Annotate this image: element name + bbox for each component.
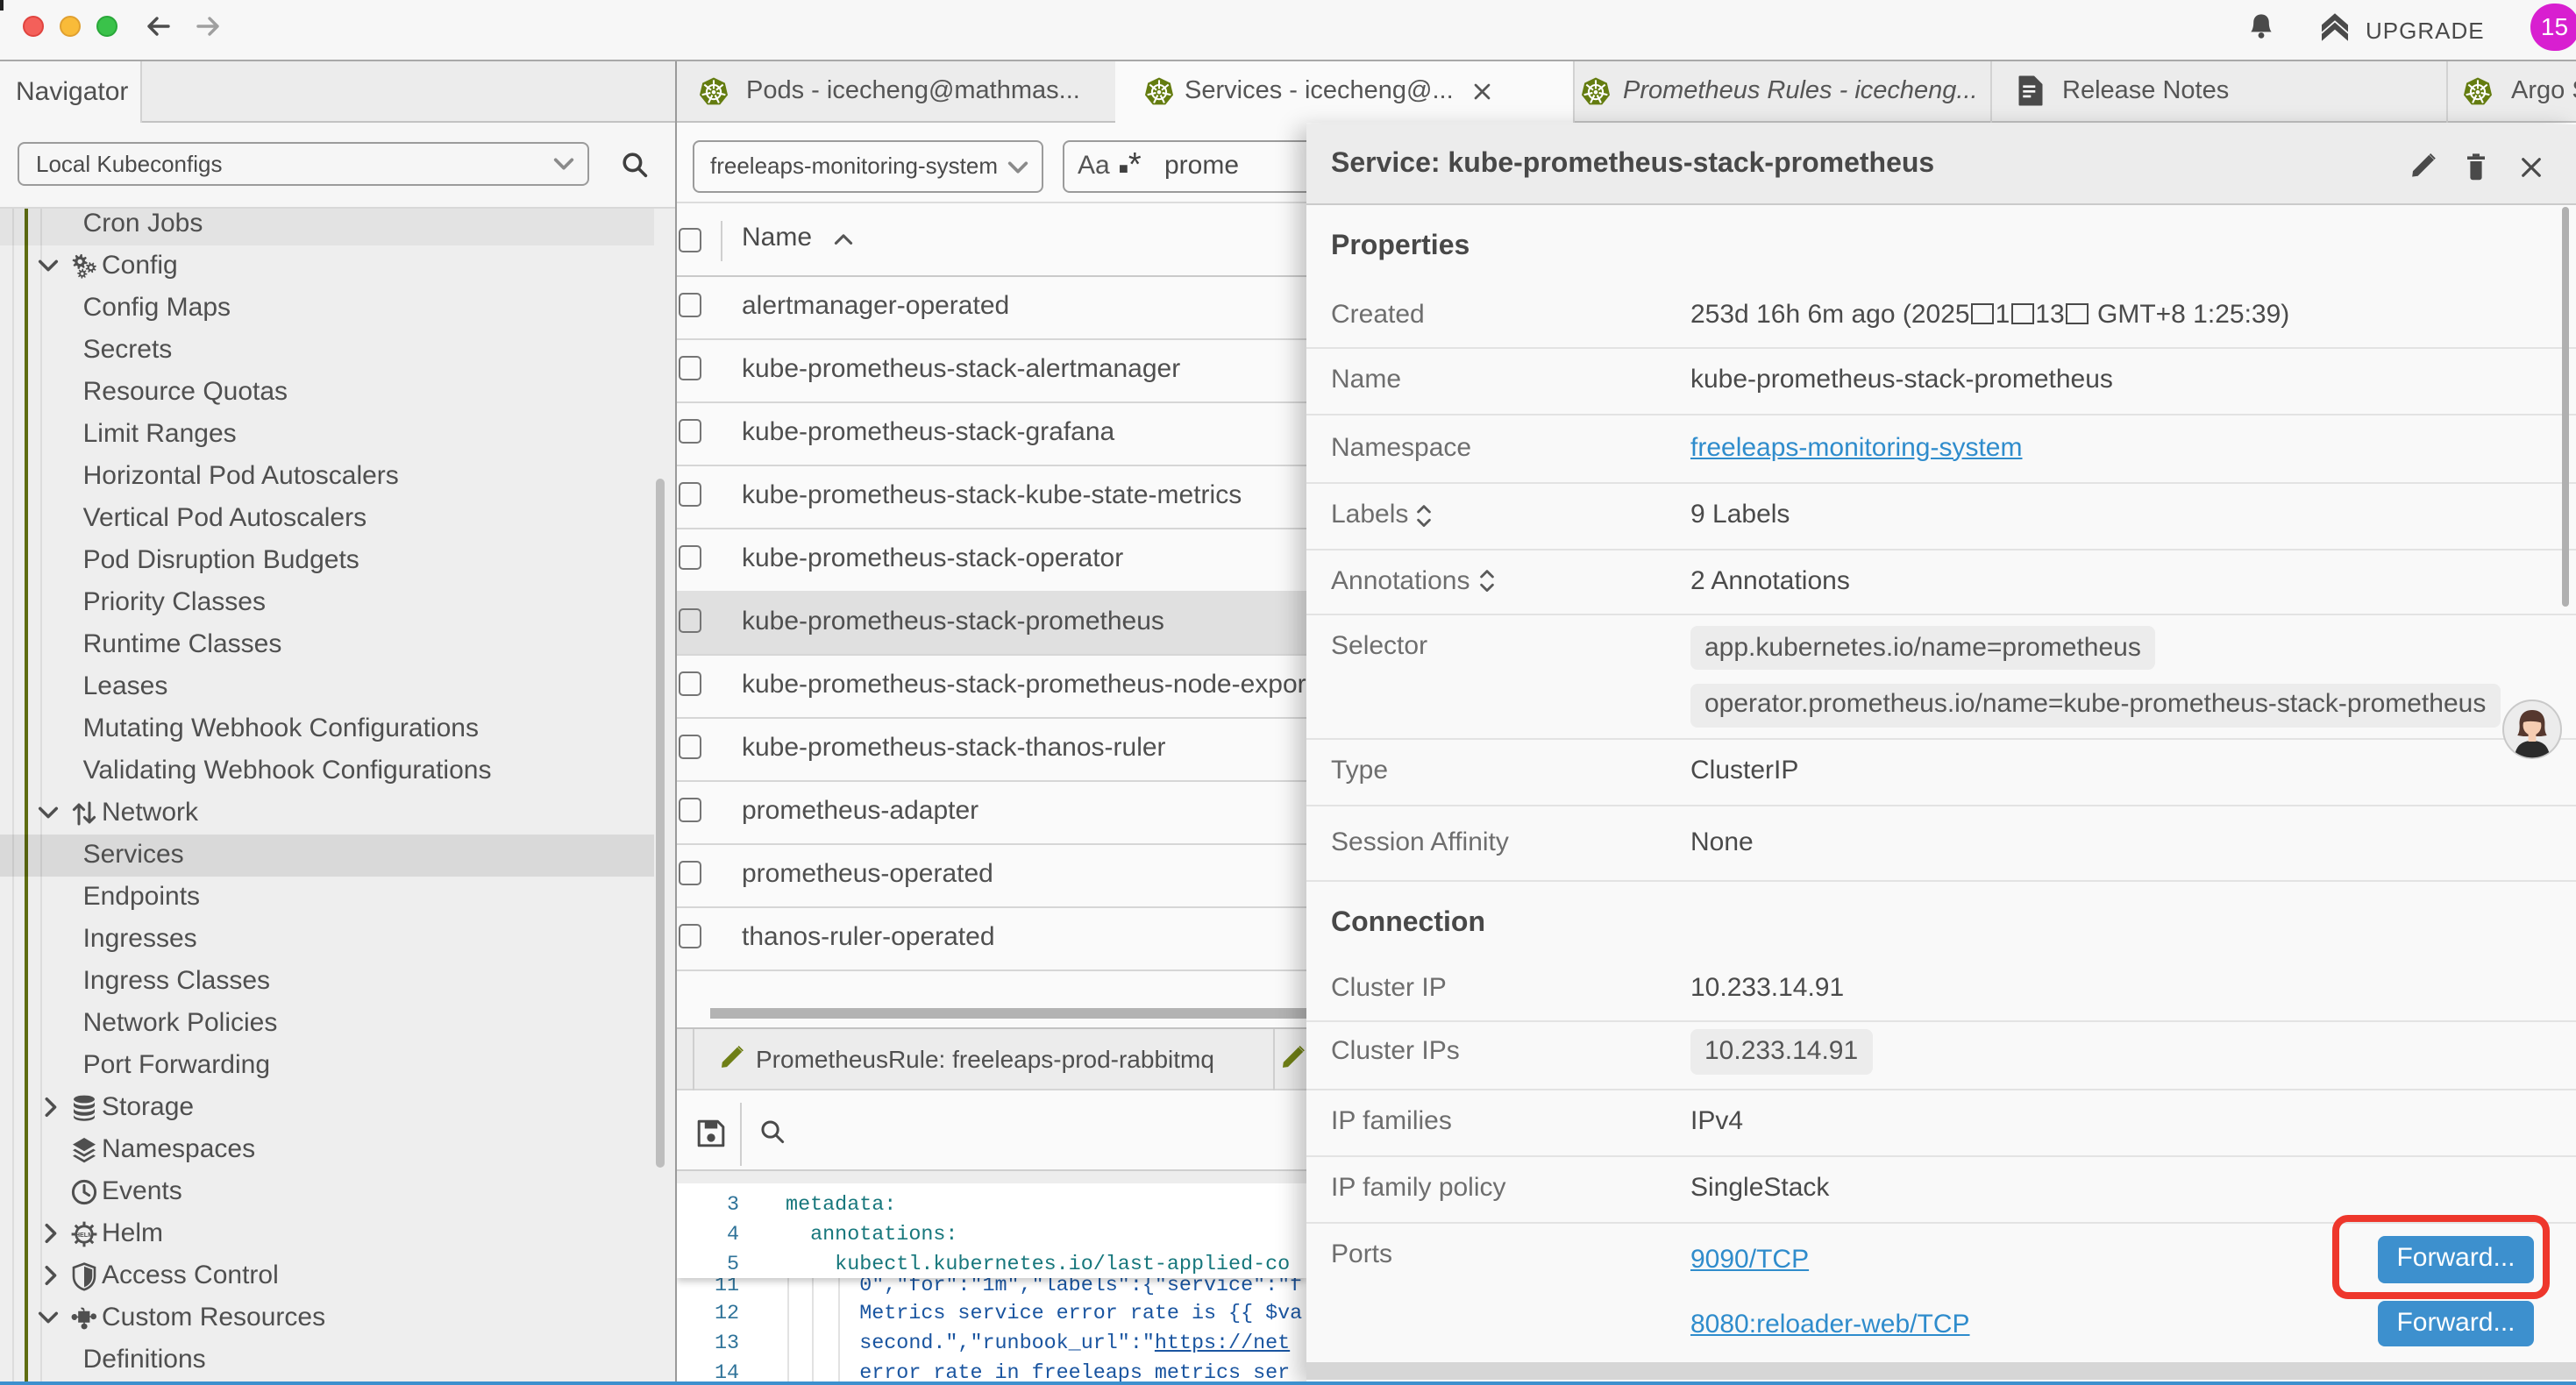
svg-text:HELM: HELM: [75, 1231, 93, 1239]
